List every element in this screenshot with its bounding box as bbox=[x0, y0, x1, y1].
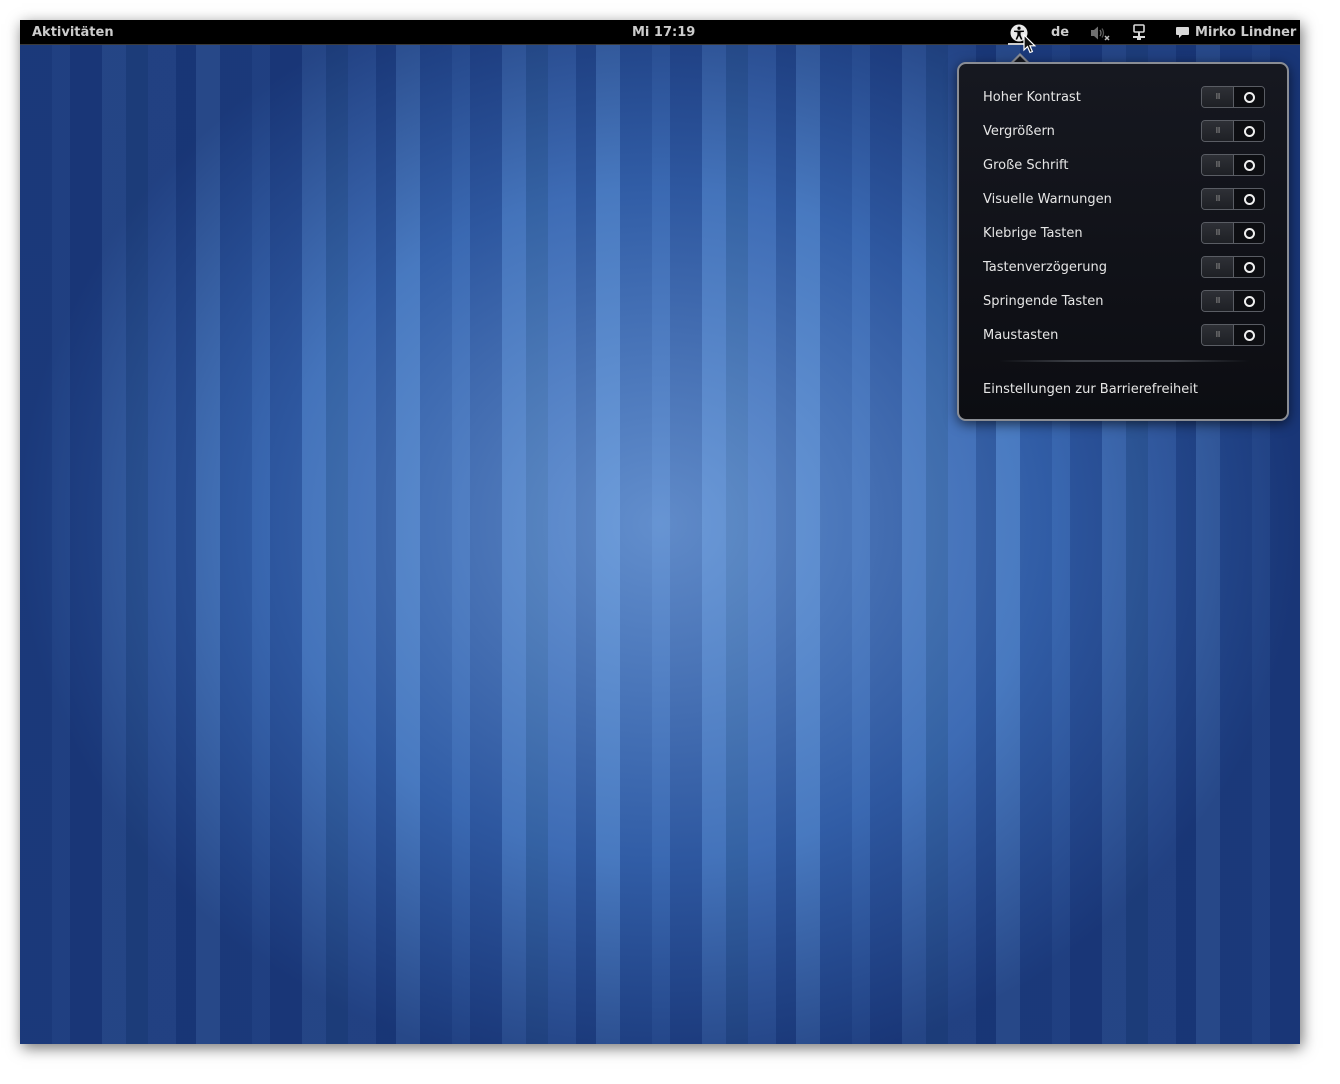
clock-button[interactable]: Mi 17:19 bbox=[632, 25, 695, 41]
menu-item-label: Klebrige Tasten bbox=[983, 225, 1083, 241]
accessibility-menu: Hoher Kontrast III Vergrößern III Große … bbox=[957, 62, 1289, 421]
menu-item-label: Große Schrift bbox=[983, 157, 1069, 173]
menu-item-bounce-keys[interactable]: Springende Tasten III bbox=[983, 288, 1265, 314]
menu-item-label: Tastenverzögerung bbox=[983, 259, 1108, 275]
menu-item-label: Vergrößern bbox=[983, 123, 1055, 139]
user-menu-button[interactable]: Mirko Lindner bbox=[1175, 25, 1296, 41]
volume-muted-icon[interactable] bbox=[1090, 25, 1110, 41]
menu-item-label: Springende Tasten bbox=[983, 293, 1104, 309]
bounce-keys-toggle[interactable]: III bbox=[1201, 290, 1265, 312]
mouse-pointer-icon bbox=[1023, 34, 1037, 54]
desktop-screen: Aktivitäten Mi 17:19 de Mirko Lindner Ho… bbox=[20, 20, 1300, 1044]
network-wired-icon[interactable] bbox=[1132, 24, 1146, 41]
mouse-keys-toggle[interactable]: III bbox=[1201, 324, 1265, 346]
zoom-toggle[interactable]: III bbox=[1201, 120, 1265, 142]
menu-item-label: Visuelle Warnungen bbox=[983, 191, 1112, 207]
menu-item-visual-alerts[interactable]: Visuelle Warnungen III bbox=[983, 186, 1265, 212]
user-name-label: Mirko Lindner bbox=[1195, 25, 1297, 40]
sticky-keys-toggle[interactable]: III bbox=[1201, 222, 1265, 244]
menu-separator bbox=[999, 360, 1249, 362]
menu-item-sticky-keys[interactable]: Klebrige Tasten III bbox=[983, 220, 1265, 246]
high-contrast-toggle[interactable]: III bbox=[1201, 86, 1265, 108]
top-bar: Aktivitäten Mi 17:19 de Mirko Lindner bbox=[20, 20, 1300, 45]
activities-button[interactable]: Aktivitäten bbox=[32, 25, 114, 41]
menu-item-slow-keys[interactable]: Tastenverzögerung III bbox=[983, 254, 1265, 280]
menu-item-label: Hoher Kontrast bbox=[983, 89, 1081, 105]
menu-item-zoom[interactable]: Vergrößern III bbox=[983, 118, 1265, 144]
menu-item-large-text[interactable]: Große Schrift III bbox=[983, 152, 1265, 178]
accessibility-settings-link[interactable]: Einstellungen zur Barrierefreiheit bbox=[983, 382, 1198, 397]
menu-item-label: Maustasten bbox=[983, 327, 1059, 343]
slow-keys-toggle[interactable]: III bbox=[1201, 256, 1265, 278]
keyboard-layout-indicator[interactable]: de bbox=[1051, 25, 1069, 41]
menu-item-mouse-keys[interactable]: Maustasten III bbox=[983, 322, 1265, 348]
menu-item-high-contrast[interactable]: Hoher Kontrast III bbox=[983, 84, 1265, 110]
visual-alerts-toggle[interactable]: III bbox=[1201, 188, 1265, 210]
chat-status-icon bbox=[1176, 27, 1189, 38]
large-text-toggle[interactable]: III bbox=[1201, 154, 1265, 176]
